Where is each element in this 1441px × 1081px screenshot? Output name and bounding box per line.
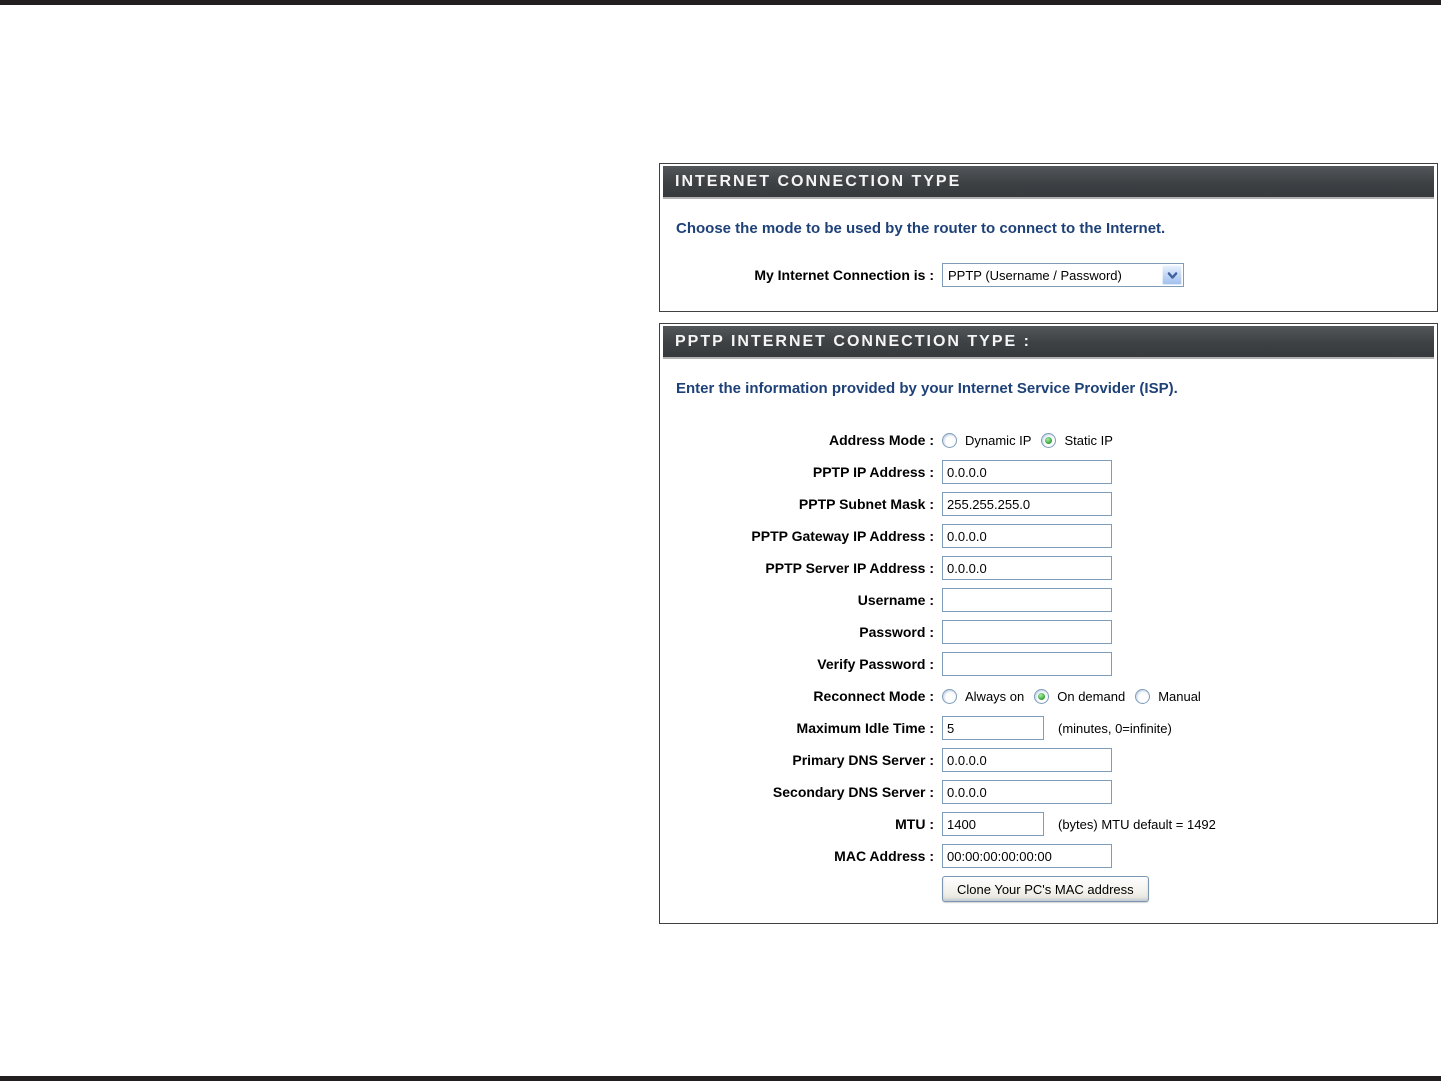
password-input[interactable]	[942, 620, 1112, 644]
my-internet-connection-label: My Internet Connection is :	[754, 267, 934, 283]
on-demand-radio[interactable]	[1034, 688, 1050, 704]
section-header-text: PPTP INTERNET CONNECTION TYPE :	[675, 332, 1031, 350]
maximum-idle-time-note: (minutes, 0=infinite)	[1058, 720, 1172, 736]
my-internet-connection-row: My Internet Connection is : PPTP (Userna…	[660, 263, 1437, 287]
static-ip-radio[interactable]	[1041, 432, 1057, 448]
page-top-rule	[0, 0, 1441, 5]
dynamic-ip-radio-label: Dynamic IP	[965, 432, 1032, 448]
pptp-gateway-ip-input[interactable]	[942, 524, 1112, 548]
manual-radio[interactable]	[1135, 688, 1151, 704]
dynamic-ip-radio[interactable]	[942, 432, 957, 448]
pptp-internet-connection-type-section: PPTP INTERNET CONNECTION TYPE : Enter th…	[659, 323, 1438, 924]
always-on-radio[interactable]	[942, 688, 957, 704]
always-on-radio-label: Always on	[965, 688, 1025, 704]
address-mode-label: Address Mode :	[828, 432, 934, 448]
pptp-ip-address-input[interactable]	[942, 460, 1112, 484]
mtu-label: MTU :	[895, 816, 934, 832]
pptp-gateway-ip-label: PPTP Gateway IP Address :	[751, 528, 934, 544]
verify-password-input[interactable]	[942, 652, 1112, 676]
maximum-idle-time-label: Maximum Idle Time :	[796, 720, 934, 736]
pptp-server-ip-input[interactable]	[942, 556, 1112, 580]
mac-address-label: MAC Address :	[834, 848, 934, 864]
pptp-subnet-mask-row: PPTP Subnet Mask :	[660, 492, 1437, 516]
username-row: Username :	[660, 588, 1437, 612]
clone-mac-row: Clone Your PC's MAC address	[660, 876, 1437, 902]
username-input[interactable]	[942, 588, 1112, 612]
mtu-input[interactable]	[942, 812, 1044, 836]
my-internet-connection-select[interactable]: PPTP (Username / Password)	[942, 263, 1184, 287]
pptp-gateway-ip-row: PPTP Gateway IP Address :	[660, 524, 1437, 548]
section-header-text: INTERNET CONNECTION TYPE	[675, 172, 962, 190]
mtu-note: (bytes) MTU default = 1492	[1058, 816, 1216, 832]
mtu-row: MTU : (bytes) MTU default = 1492	[660, 812, 1437, 836]
on-demand-radio-label: On demand	[1057, 688, 1126, 704]
manual-radio-label: Manual	[1158, 688, 1201, 704]
primary-dns-row: Primary DNS Server :	[660, 748, 1437, 772]
pptp-server-ip-label: PPTP Server IP Address :	[765, 560, 934, 576]
pptp-instruction: Enter the information provided by your I…	[676, 380, 1178, 397]
verify-password-label: Verify Password :	[817, 656, 934, 672]
pptp-ip-address-label: PPTP IP Address :	[812, 464, 934, 480]
maximum-idle-time-input[interactable]	[942, 716, 1044, 740]
secondary-dns-input[interactable]	[942, 780, 1112, 804]
pptp-ip-address-row: PPTP IP Address :	[660, 460, 1437, 484]
password-row: Password :	[660, 620, 1437, 644]
pptp-server-ip-row: PPTP Server IP Address :	[660, 556, 1437, 580]
selected-option-text: PPTP (Username / Password)	[948, 267, 1122, 283]
clone-mac-button[interactable]: Clone Your PC's MAC address	[942, 876, 1149, 902]
pptp-subnet-mask-input[interactable]	[942, 492, 1112, 516]
internet-connection-type-section: INTERNET CONNECTION TYPE Choose the mode…	[659, 163, 1438, 312]
internet-connection-type-header: INTERNET CONNECTION TYPE	[663, 166, 1434, 199]
primary-dns-label: Primary DNS Server :	[792, 752, 934, 768]
username-label: Username :	[857, 592, 934, 608]
pptp-internet-connection-type-header: PPTP INTERNET CONNECTION TYPE :	[663, 326, 1434, 359]
secondary-dns-row: Secondary DNS Server :	[660, 780, 1437, 804]
primary-dns-input[interactable]	[942, 748, 1112, 772]
password-label: Password :	[859, 624, 934, 640]
manual-page: INTERNET CONNECTION TYPE Choose the mode…	[0, 0, 1441, 1081]
reconnect-mode-label: Reconnect Mode :	[813, 688, 934, 704]
chevron-down-icon[interactable]	[1162, 265, 1182, 285]
maximum-idle-time-row: Maximum Idle Time : (minutes, 0=infinite…	[660, 716, 1437, 740]
internet-connection-instruction: Choose the mode to be used by the router…	[676, 220, 1166, 237]
mac-address-input[interactable]	[942, 844, 1112, 868]
reconnect-mode-row: Reconnect Mode : Always on On demand Man…	[660, 684, 1437, 708]
address-mode-row: Address Mode : Dynamic IP Static IP	[660, 428, 1437, 452]
mac-address-row: MAC Address :	[660, 844, 1437, 868]
secondary-dns-label: Secondary DNS Server :	[772, 784, 934, 800]
pptp-subnet-mask-label: PPTP Subnet Mask :	[798, 496, 934, 512]
static-ip-radio-label: Static IP	[1064, 432, 1113, 448]
verify-password-row: Verify Password :	[660, 652, 1437, 676]
page-bottom-rule	[0, 1076, 1441, 1081]
